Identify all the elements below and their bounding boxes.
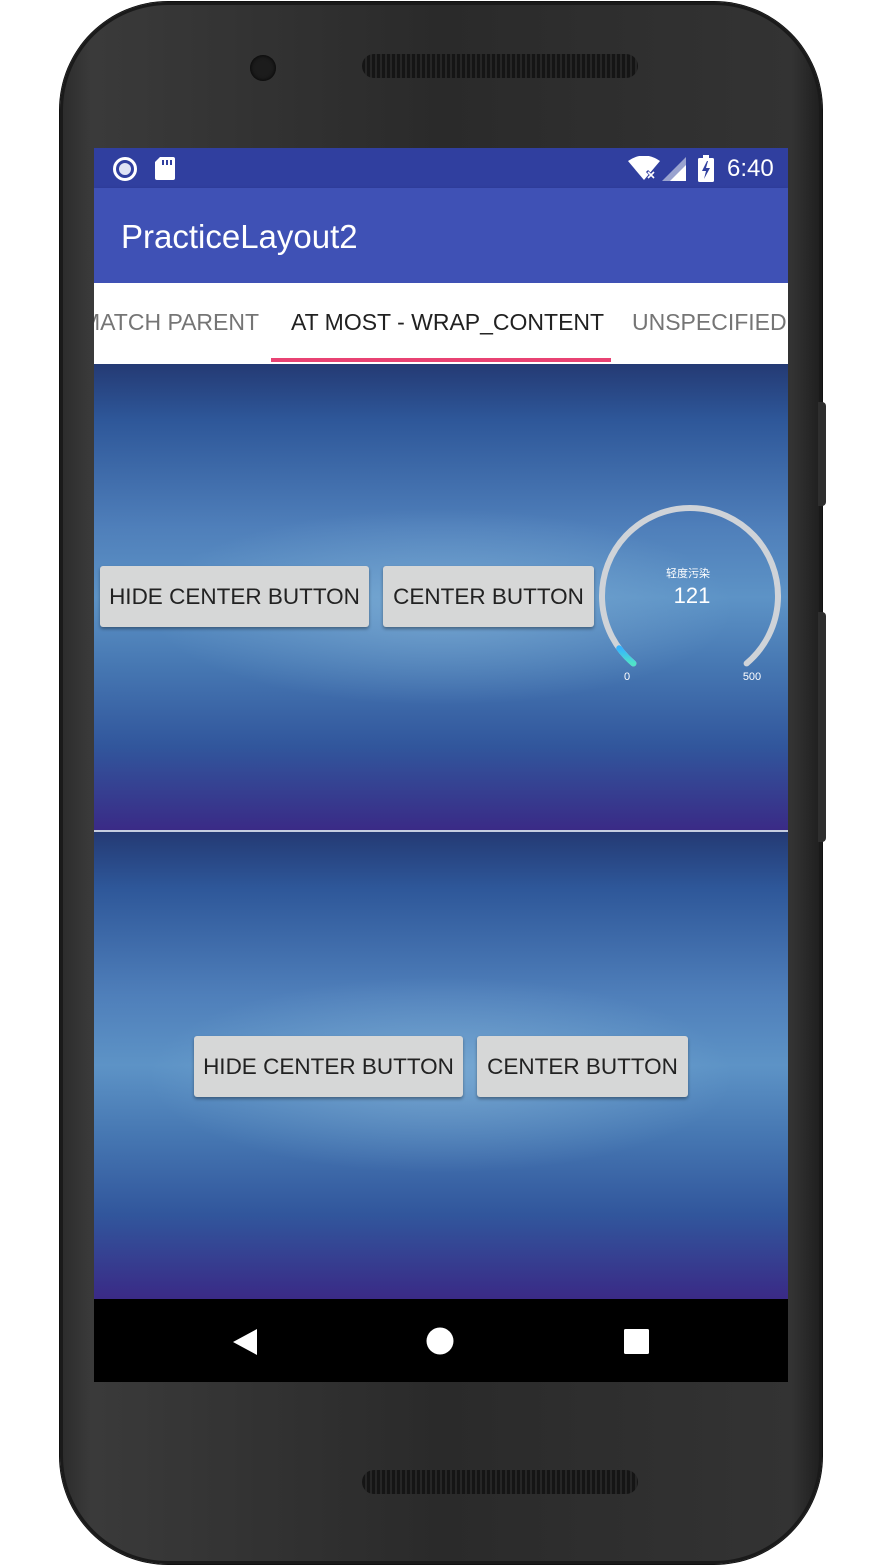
tab-indicator	[271, 358, 611, 362]
bottom-hide-center-button[interactable]: HIDE CENTER BUTTON	[194, 1036, 463, 1097]
sync-circle-icon	[113, 157, 137, 181]
power-button	[818, 402, 826, 506]
sd-card-icon	[155, 157, 175, 180]
tab-bar: MATCH PARENT AT MOST - WRAP_CONTENT UNSP…	[94, 283, 788, 364]
cell-signal-icon	[662, 157, 686, 181]
top-speaker	[362, 54, 638, 78]
back-icon[interactable]	[232, 1328, 258, 1356]
status-bar: 6:40	[94, 148, 788, 188]
gauge-min-label: 0	[624, 671, 630, 683]
bottom-panel: HIDE CENTER BUTTON CENTER BUTTON	[94, 832, 788, 1299]
gauge-value: 121	[674, 583, 711, 608]
app-bar: PracticeLayout2	[94, 188, 788, 283]
battery-charging-icon	[698, 155, 714, 182]
tab-at-most-wrap-content[interactable]: AT MOST - WRAP_CONTENT	[291, 283, 604, 364]
air-quality-gauge: 轻度污染 121 0 500	[599, 505, 781, 683]
screen: 6:40 PracticeLayout2 MATCH PARENT AT MOS…	[94, 148, 788, 1382]
app-title: PracticeLayout2	[121, 218, 358, 255]
status-time: 6:40	[727, 155, 774, 182]
bottom-center-button[interactable]: CENTER BUTTON	[477, 1036, 688, 1097]
top-center-button[interactable]: CENTER BUTTON	[383, 566, 594, 627]
recents-icon[interactable]	[624, 1329, 649, 1354]
wifi-icon	[628, 156, 660, 181]
navigation-bar	[94, 1300, 788, 1382]
tab-match-parent[interactable]: MATCH PARENT	[94, 283, 259, 364]
gauge-label: 轻度污染	[666, 566, 710, 580]
front-camera	[250, 55, 276, 81]
tab-unspecified[interactable]: UNSPECIFIED -	[632, 283, 788, 364]
top-panel: HIDE CENTER BUTTON CENTER BUTTON 轻度污染 12…	[94, 364, 788, 831]
gauge-max-label: 500	[743, 671, 761, 683]
gauge-progress	[616, 645, 637, 667]
volume-button	[818, 612, 826, 842]
home-icon[interactable]	[426, 1327, 454, 1355]
top-hide-center-button[interactable]: HIDE CENTER BUTTON	[100, 566, 369, 627]
bottom-speaker	[362, 1470, 638, 1494]
